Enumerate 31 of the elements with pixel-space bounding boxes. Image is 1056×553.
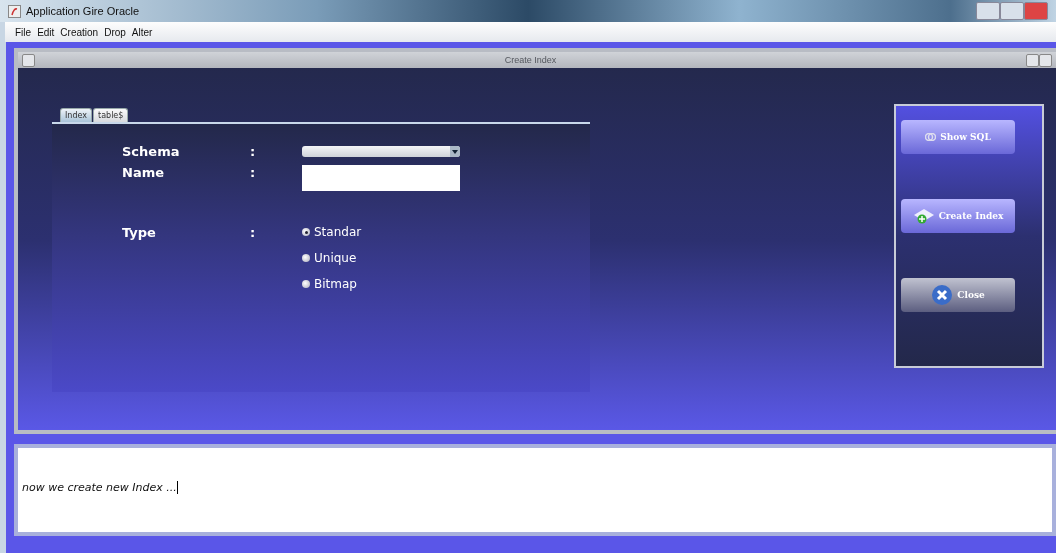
tab[interactable]: table$ xyxy=(93,108,129,122)
field-label: Schema xyxy=(122,144,181,159)
add-icon xyxy=(912,208,935,224)
radio-option[interactable]: Unique xyxy=(302,251,590,265)
radio-option[interactable]: Bitmap xyxy=(302,277,590,291)
label-separator: : xyxy=(249,144,257,159)
maximize-button[interactable] xyxy=(1000,2,1024,20)
menu-item[interactable]: File xyxy=(15,26,32,38)
frame-close-button[interactable] xyxy=(1039,53,1052,67)
frame-maximize-button[interactable] xyxy=(1026,53,1039,67)
menu-item[interactable]: Drop xyxy=(104,26,126,38)
minimize-button[interactable] xyxy=(976,2,1000,20)
log-text: now we create new Index ... xyxy=(22,481,178,494)
menu-item[interactable]: Creation xyxy=(60,26,99,38)
field-label: Type xyxy=(122,225,157,242)
radio-option[interactable]: Standar xyxy=(302,225,590,239)
menu-item[interactable]: Edit xyxy=(37,26,55,38)
link-icon xyxy=(925,133,937,141)
label-separator: : xyxy=(249,225,257,242)
label-separator: : xyxy=(249,165,257,182)
frame-title: Create Index xyxy=(503,55,558,65)
close-icon xyxy=(931,284,954,306)
name-input[interactable] xyxy=(302,165,460,191)
field-label: Name xyxy=(122,165,165,182)
schema-dropdown[interactable] xyxy=(302,146,460,157)
window-title: Application Gire Oracle xyxy=(26,5,140,17)
menu-item[interactable]: Alter xyxy=(131,26,153,38)
caret-icon xyxy=(452,149,458,154)
tab[interactable]: Index xyxy=(60,108,93,122)
frame-menu-button[interactable] xyxy=(22,53,35,67)
app-icon xyxy=(8,4,21,18)
